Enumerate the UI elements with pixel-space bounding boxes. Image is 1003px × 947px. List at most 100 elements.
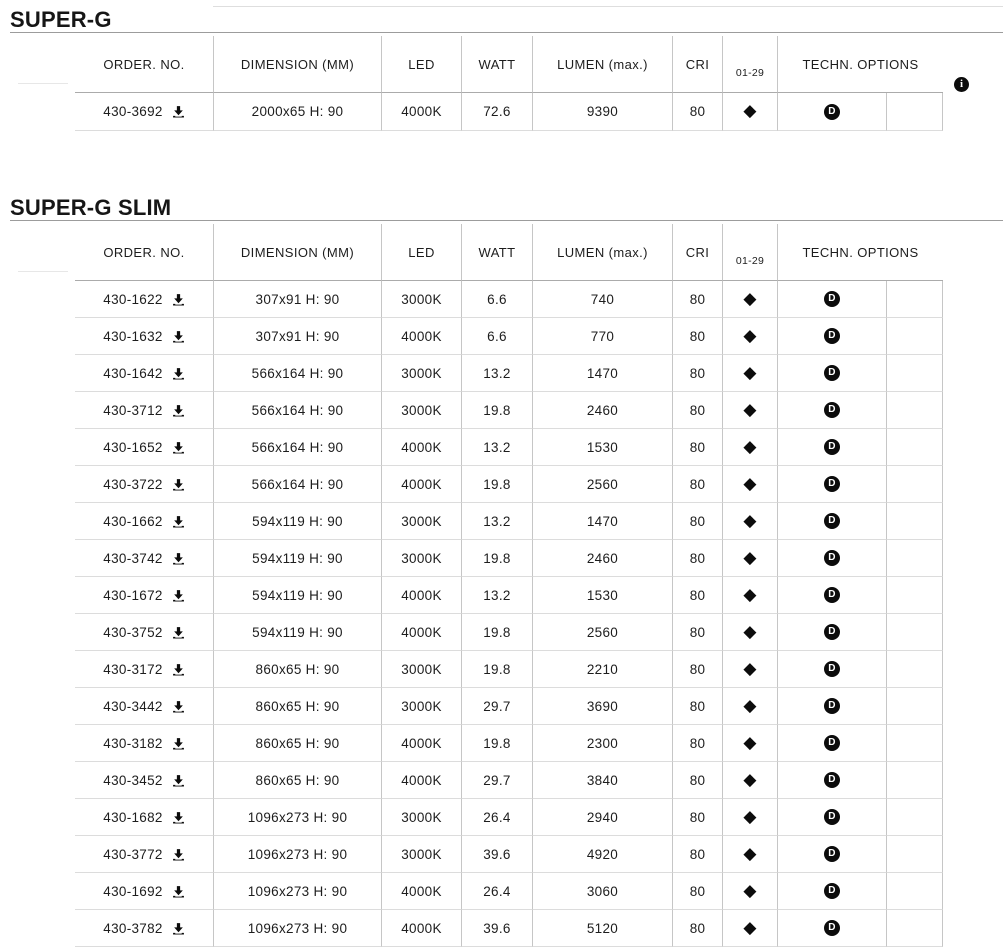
techn-options-empty-cell	[886, 93, 943, 131]
header-cell-01-29: 01-29	[722, 224, 777, 281]
lumen-cell: 2460	[532, 540, 672, 577]
order-cell: 430-1662	[75, 503, 213, 540]
table-row: 430-1682 1096x273 H: 90 3000K 26.4	[10, 799, 943, 836]
download-icon[interactable]	[172, 885, 185, 898]
techn-options-empty-cell	[886, 762, 943, 799]
diamond-icon: ◆	[743, 328, 756, 345]
cri-cell: 80	[672, 540, 722, 577]
header-cell-01-29: 01-29	[722, 36, 777, 93]
download-icon[interactable]	[172, 105, 185, 118]
table-row: 430-1622 307x91 H: 90 3000K 6.6 74	[10, 281, 943, 318]
lumen-cell: 3690	[532, 688, 672, 725]
download-icon[interactable]	[172, 626, 185, 639]
table-body: 430-1622 307x91 H: 90 3000K 6.6 74	[10, 281, 943, 947]
diamond-icon: ◆	[743, 103, 756, 120]
led-cell: 4000K	[381, 429, 461, 466]
thumbnail-cell	[10, 281, 75, 318]
diamond-icon: ◆	[743, 809, 756, 826]
download-icon[interactable]	[172, 330, 185, 343]
led-cell: 4000K	[381, 910, 461, 947]
techn-options-empty-cell	[886, 466, 943, 503]
diamond-icon: ◆	[743, 402, 756, 419]
download-icon[interactable]	[172, 404, 185, 417]
techn-options-cell: D	[777, 762, 886, 799]
thumbnail-cell	[10, 93, 75, 131]
order-cell: 430-3172	[75, 651, 213, 688]
lumen-cell: 2300	[532, 725, 672, 762]
download-icon[interactable]	[172, 515, 185, 528]
info-icon[interactable]: i	[954, 77, 969, 92]
techn-options-cell: D	[777, 651, 886, 688]
table-row: 430-3172 860x65 H: 90 3000K 19.8 2	[10, 651, 943, 688]
techn-options-cell: D	[777, 318, 886, 355]
diamond-icon: ◆	[743, 365, 756, 382]
dimmable-icon: D	[824, 476, 840, 492]
diamond-icon: ◆	[743, 476, 756, 493]
finish-cell: ◆	[722, 429, 777, 466]
dimension-cell: 1096x273 H: 90	[213, 799, 381, 836]
table-body: 430-3692 2000x65 H: 90 4000K 72.6	[10, 93, 943, 131]
order-cell: 430-3722	[75, 466, 213, 503]
lumen-cell: 5120	[532, 910, 672, 947]
section-super-g-slim: SUPER-G SLIM ORDER. NO. DIMENSION (MM) L…	[10, 196, 1003, 947]
watt-cell: 29.7	[461, 688, 532, 725]
download-icon[interactable]	[172, 774, 185, 787]
led-cell: 3000K	[381, 836, 461, 873]
thumbnail-cell	[10, 688, 75, 725]
order-cell: 430-3772	[75, 836, 213, 873]
order-cell: 430-1682	[75, 799, 213, 836]
techn-options-empty-cell	[886, 281, 943, 318]
dimension-cell: 566x164 H: 90	[213, 466, 381, 503]
header-cell-led: LED	[381, 36, 461, 93]
lumen-cell: 740	[532, 281, 672, 318]
led-cell: 4000K	[381, 577, 461, 614]
techn-options-cell: D	[777, 577, 886, 614]
techn-options-empty-cell	[886, 429, 943, 466]
finish-cell: ◆	[722, 873, 777, 910]
cri-cell: 80	[672, 799, 722, 836]
download-icon[interactable]	[172, 367, 185, 380]
cri-cell: 80	[672, 281, 722, 318]
led-cell: 3000K	[381, 540, 461, 577]
download-icon[interactable]	[172, 663, 185, 676]
diamond-icon: ◆	[743, 624, 756, 641]
download-icon[interactable]	[172, 737, 185, 750]
lumen-cell: 2210	[532, 651, 672, 688]
techn-options-empty-cell	[886, 799, 943, 836]
led-cell: 4000K	[381, 725, 461, 762]
download-icon[interactable]	[172, 811, 185, 824]
order-number: 430-3712	[103, 403, 162, 418]
diamond-icon: ◆	[743, 587, 756, 604]
order-number: 430-3742	[103, 551, 162, 566]
download-icon[interactable]	[172, 922, 185, 935]
dimmable-icon: D	[824, 920, 840, 936]
cri-cell: 80	[672, 836, 722, 873]
dimension-cell: 594x119 H: 90	[213, 614, 381, 651]
dimmable-icon: D	[824, 735, 840, 751]
dimension-cell: 307x91 H: 90	[213, 318, 381, 355]
table-row: 430-3692 2000x65 H: 90 4000K 72.6	[10, 93, 943, 131]
watt-cell: 19.8	[461, 540, 532, 577]
order-number: 430-1652	[103, 440, 162, 455]
order-cell: 430-1642	[75, 355, 213, 392]
thumbnail-cell	[10, 540, 75, 577]
watt-cell: 19.8	[461, 466, 532, 503]
dimmable-icon: D	[824, 104, 840, 120]
techn-options-cell: D	[777, 466, 886, 503]
download-icon[interactable]	[172, 589, 185, 602]
order-cell: 430-1632	[75, 318, 213, 355]
finish-cell: ◆	[722, 318, 777, 355]
header-cell-empty	[10, 224, 75, 281]
table-row: 430-1662 594x119 H: 90 3000K 13.2	[10, 503, 943, 540]
techn-options-cell: D	[777, 873, 886, 910]
dimension-cell: 1096x273 H: 90	[213, 910, 381, 947]
order-cell: 430-3742	[75, 540, 213, 577]
download-icon[interactable]	[172, 552, 185, 565]
techn-options-cell: D	[777, 429, 886, 466]
download-icon[interactable]	[172, 848, 185, 861]
download-icon[interactable]	[172, 441, 185, 454]
techn-options-cell: D	[777, 910, 886, 947]
download-icon[interactable]	[172, 293, 185, 306]
download-icon[interactable]	[172, 700, 185, 713]
download-icon[interactable]	[172, 478, 185, 491]
